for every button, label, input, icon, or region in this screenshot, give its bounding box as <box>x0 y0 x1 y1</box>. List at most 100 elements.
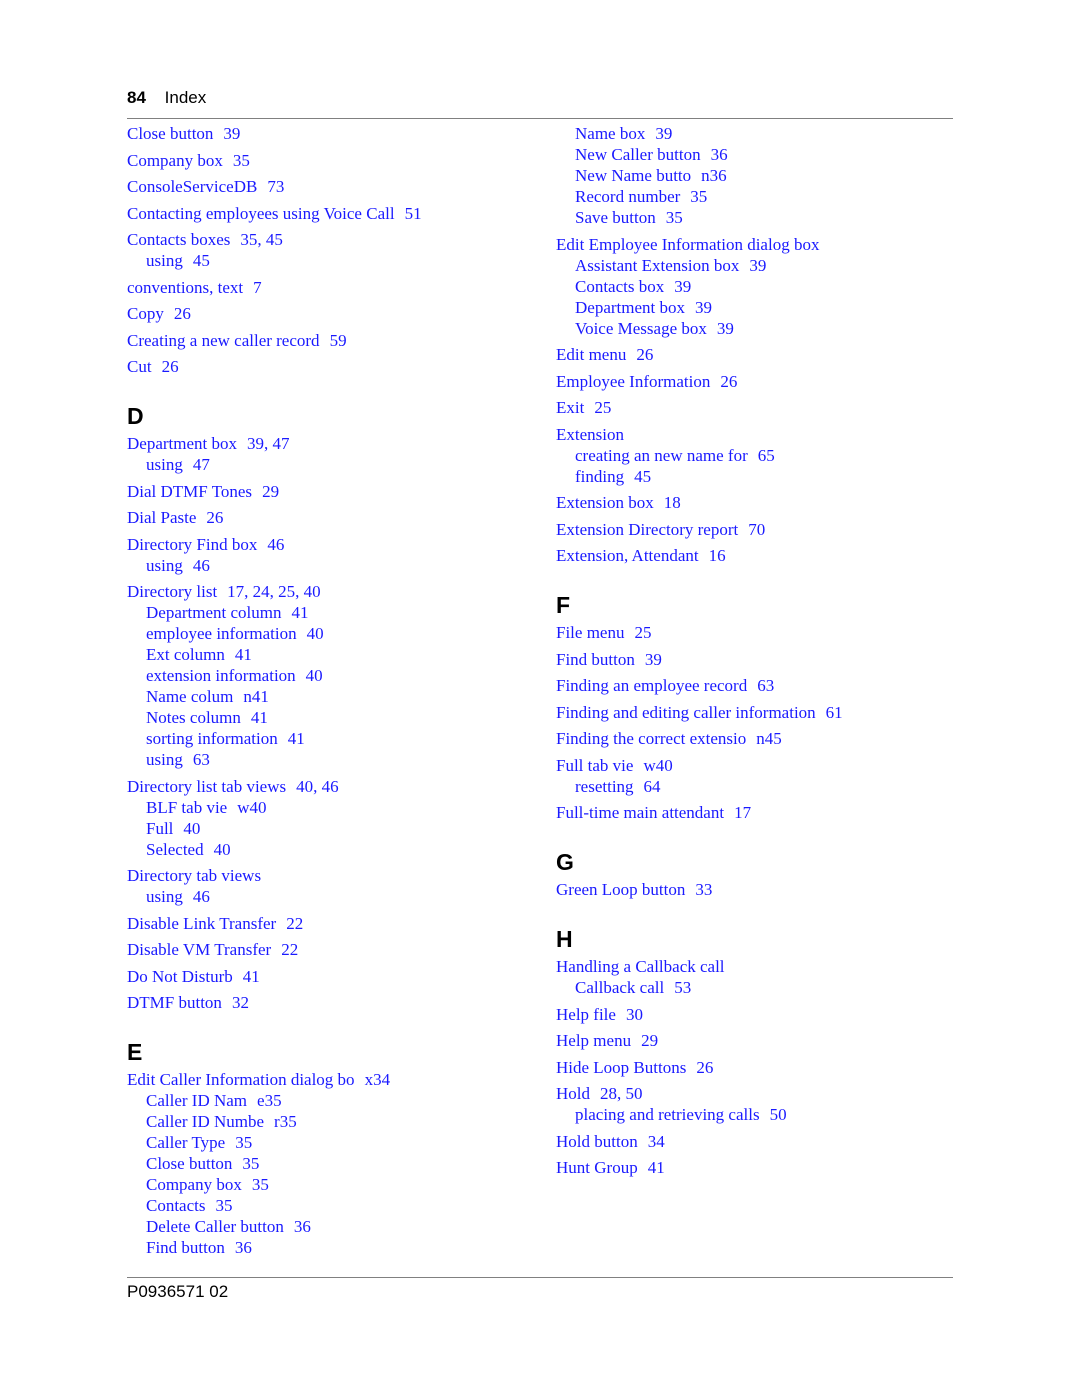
index-subterm-link[interactable]: Caller ID Nam e35 <box>127 1090 537 1111</box>
index-subterm[interactable]: Company box <box>146 1175 242 1194</box>
index-term-link[interactable]: Extension Directory report 70 <box>556 519 956 540</box>
index-term[interactable]: Extension box <box>556 493 654 512</box>
index-subterm[interactable]: finding <box>575 467 624 486</box>
index-term-link[interactable]: File menu 25 <box>556 622 956 643</box>
index-page-refs[interactable]: 26 <box>636 345 653 364</box>
index-page-refs[interactable]: r35 <box>274 1112 297 1131</box>
index-subterm-link[interactable]: creating an new name for 65 <box>556 445 956 466</box>
index-page-refs[interactable]: 35 <box>233 151 250 170</box>
index-page-refs[interactable]: 25 <box>634 623 651 642</box>
index-page-refs[interactable]: 22 <box>281 940 298 959</box>
index-term-link[interactable]: Company box 35 <box>127 150 537 171</box>
index-page-refs[interactable]: w40 <box>643 756 672 775</box>
index-term-link[interactable]: Directory list tab views 40, 46 <box>127 776 537 797</box>
index-subterm[interactable]: Department box <box>575 298 685 317</box>
index-page-refs[interactable]: 30 <box>626 1005 643 1024</box>
index-page-refs[interactable]: 41 <box>243 967 260 986</box>
index-subterm[interactable]: creating an new name for <box>575 446 748 465</box>
index-term[interactable]: Full tab vie <box>556 756 633 775</box>
index-term[interactable]: Company box <box>127 151 223 170</box>
index-term-link[interactable]: DTMF button 32 <box>127 992 537 1013</box>
index-page-refs[interactable]: 47 <box>193 455 210 474</box>
index-term[interactable]: DTMF button <box>127 993 222 1012</box>
index-page-refs[interactable]: 39 <box>655 124 672 143</box>
index-term[interactable]: Disable Link Transfer <box>127 914 276 933</box>
index-subterm[interactable]: Full <box>146 819 173 838</box>
index-subterm[interactable]: Record number <box>575 187 680 206</box>
index-term[interactable]: Directory list tab views <box>127 777 286 796</box>
index-term-link[interactable]: Find button 39 <box>556 649 956 670</box>
index-subterm[interactable]: Close button <box>146 1154 232 1173</box>
index-term[interactable]: Employee Information <box>556 372 710 391</box>
index-term[interactable]: Do Not Disturb <box>127 967 233 986</box>
index-subterm-link[interactable]: using 47 <box>127 454 537 475</box>
index-term[interactable]: Hold button <box>556 1132 638 1151</box>
index-term[interactable]: Green Loop button <box>556 880 685 899</box>
index-term[interactable]: Directory list <box>127 582 217 601</box>
index-page-refs[interactable]: x34 <box>365 1070 391 1089</box>
index-page-refs[interactable]: 59 <box>330 331 347 350</box>
index-term[interactable]: Contacts boxes <box>127 230 230 249</box>
index-term-link[interactable]: Directory Find box 46 <box>127 534 537 555</box>
index-term[interactable]: Dial DTMF Tones <box>127 482 252 501</box>
index-term[interactable]: Exit <box>556 398 584 417</box>
index-page-refs[interactable]: 39 <box>645 650 662 669</box>
index-subterm[interactable]: Department column <box>146 603 282 622</box>
index-term[interactable]: Department box <box>127 434 237 453</box>
index-term[interactable]: Hunt Group <box>556 1158 638 1177</box>
index-term[interactable]: Extension Directory report <box>556 520 738 539</box>
index-subterm-link[interactable]: Contacts 35 <box>127 1195 537 1216</box>
index-page-refs[interactable]: 39 <box>674 277 691 296</box>
index-term-link[interactable]: Extension box 18 <box>556 492 956 513</box>
index-subterm[interactable]: Find button <box>146 1238 225 1257</box>
index-page-refs[interactable]: 22 <box>286 914 303 933</box>
index-term-link[interactable]: Exit 25 <box>556 397 956 418</box>
index-page-refs[interactable]: 46 <box>267 535 284 554</box>
index-term-link[interactable]: Finding the correct extensio n45 <box>556 728 956 749</box>
index-term[interactable]: Finding the correct extensio <box>556 729 746 748</box>
index-term[interactable]: Edit Employee Information dialog box <box>556 235 819 254</box>
index-subterm[interactable]: Contacts <box>146 1196 206 1215</box>
index-subterm-link[interactable]: employee information 40 <box>127 623 537 644</box>
index-subterm[interactable]: Contacts box <box>575 277 664 296</box>
index-subterm-link[interactable]: Department box 39 <box>556 297 956 318</box>
index-page-refs[interactable]: 32 <box>232 993 249 1012</box>
index-page-refs[interactable]: 40 <box>307 624 324 643</box>
index-term-link[interactable]: Hold 28, 50 <box>556 1083 956 1104</box>
index-term[interactable]: Extension, Attendant <box>556 546 699 565</box>
index-term-link[interactable]: Help menu 29 <box>556 1030 956 1051</box>
index-term-link[interactable]: Full tab vie w40 <box>556 755 956 776</box>
index-page-refs[interactable]: 17 <box>734 803 751 822</box>
index-subterm[interactable]: employee information <box>146 624 297 643</box>
index-term-link[interactable]: Copy 26 <box>127 303 537 324</box>
index-subterm-link[interactable]: using 45 <box>127 250 537 271</box>
index-subterm-link[interactable]: Selected 40 <box>127 839 537 860</box>
index-term-link[interactable]: Edit menu 26 <box>556 344 956 365</box>
index-page-refs[interactable]: 40 <box>183 819 200 838</box>
index-term-link[interactable]: Hide Loop Buttons 26 <box>556 1057 956 1078</box>
index-page-refs[interactable]: 41 <box>648 1158 665 1177</box>
index-term[interactable]: Directory Find box <box>127 535 257 554</box>
index-term-link[interactable]: Help file 30 <box>556 1004 956 1025</box>
index-term[interactable]: Copy <box>127 304 164 323</box>
index-term[interactable]: Creating a new caller record <box>127 331 320 350</box>
index-term-link[interactable]: Edit Employee Information dialog box <box>556 234 956 255</box>
index-term[interactable]: Dial Paste <box>127 508 196 527</box>
index-term[interactable]: Close button <box>127 124 213 143</box>
index-subterm-link[interactable]: Delete Caller button 36 <box>127 1216 537 1237</box>
index-term-link[interactable]: Dial Paste 26 <box>127 507 537 528</box>
index-term[interactable]: Edit Caller Information dialog bo <box>127 1070 355 1089</box>
index-page-refs[interactable]: 36 <box>294 1217 311 1236</box>
index-term-link[interactable]: Full-time main attendant 17 <box>556 802 956 823</box>
index-page-refs[interactable]: 65 <box>758 446 775 465</box>
index-page-refs[interactable]: 36 <box>711 145 728 164</box>
index-term-link[interactable]: Disable VM Transfer 22 <box>127 939 537 960</box>
index-page-refs[interactable]: 39 <box>749 256 766 275</box>
index-page-refs[interactable]: 36 <box>235 1238 252 1257</box>
index-term[interactable]: Finding and editing caller information <box>556 703 816 722</box>
index-page-refs[interactable]: 40, 46 <box>296 777 339 796</box>
index-subterm[interactable]: Notes column <box>146 708 241 727</box>
index-page-refs[interactable]: 26 <box>206 508 223 527</box>
index-term-link[interactable]: ConsoleServiceDB 73 <box>127 176 537 197</box>
index-subterm[interactable]: placing and retrieving calls <box>575 1105 760 1124</box>
